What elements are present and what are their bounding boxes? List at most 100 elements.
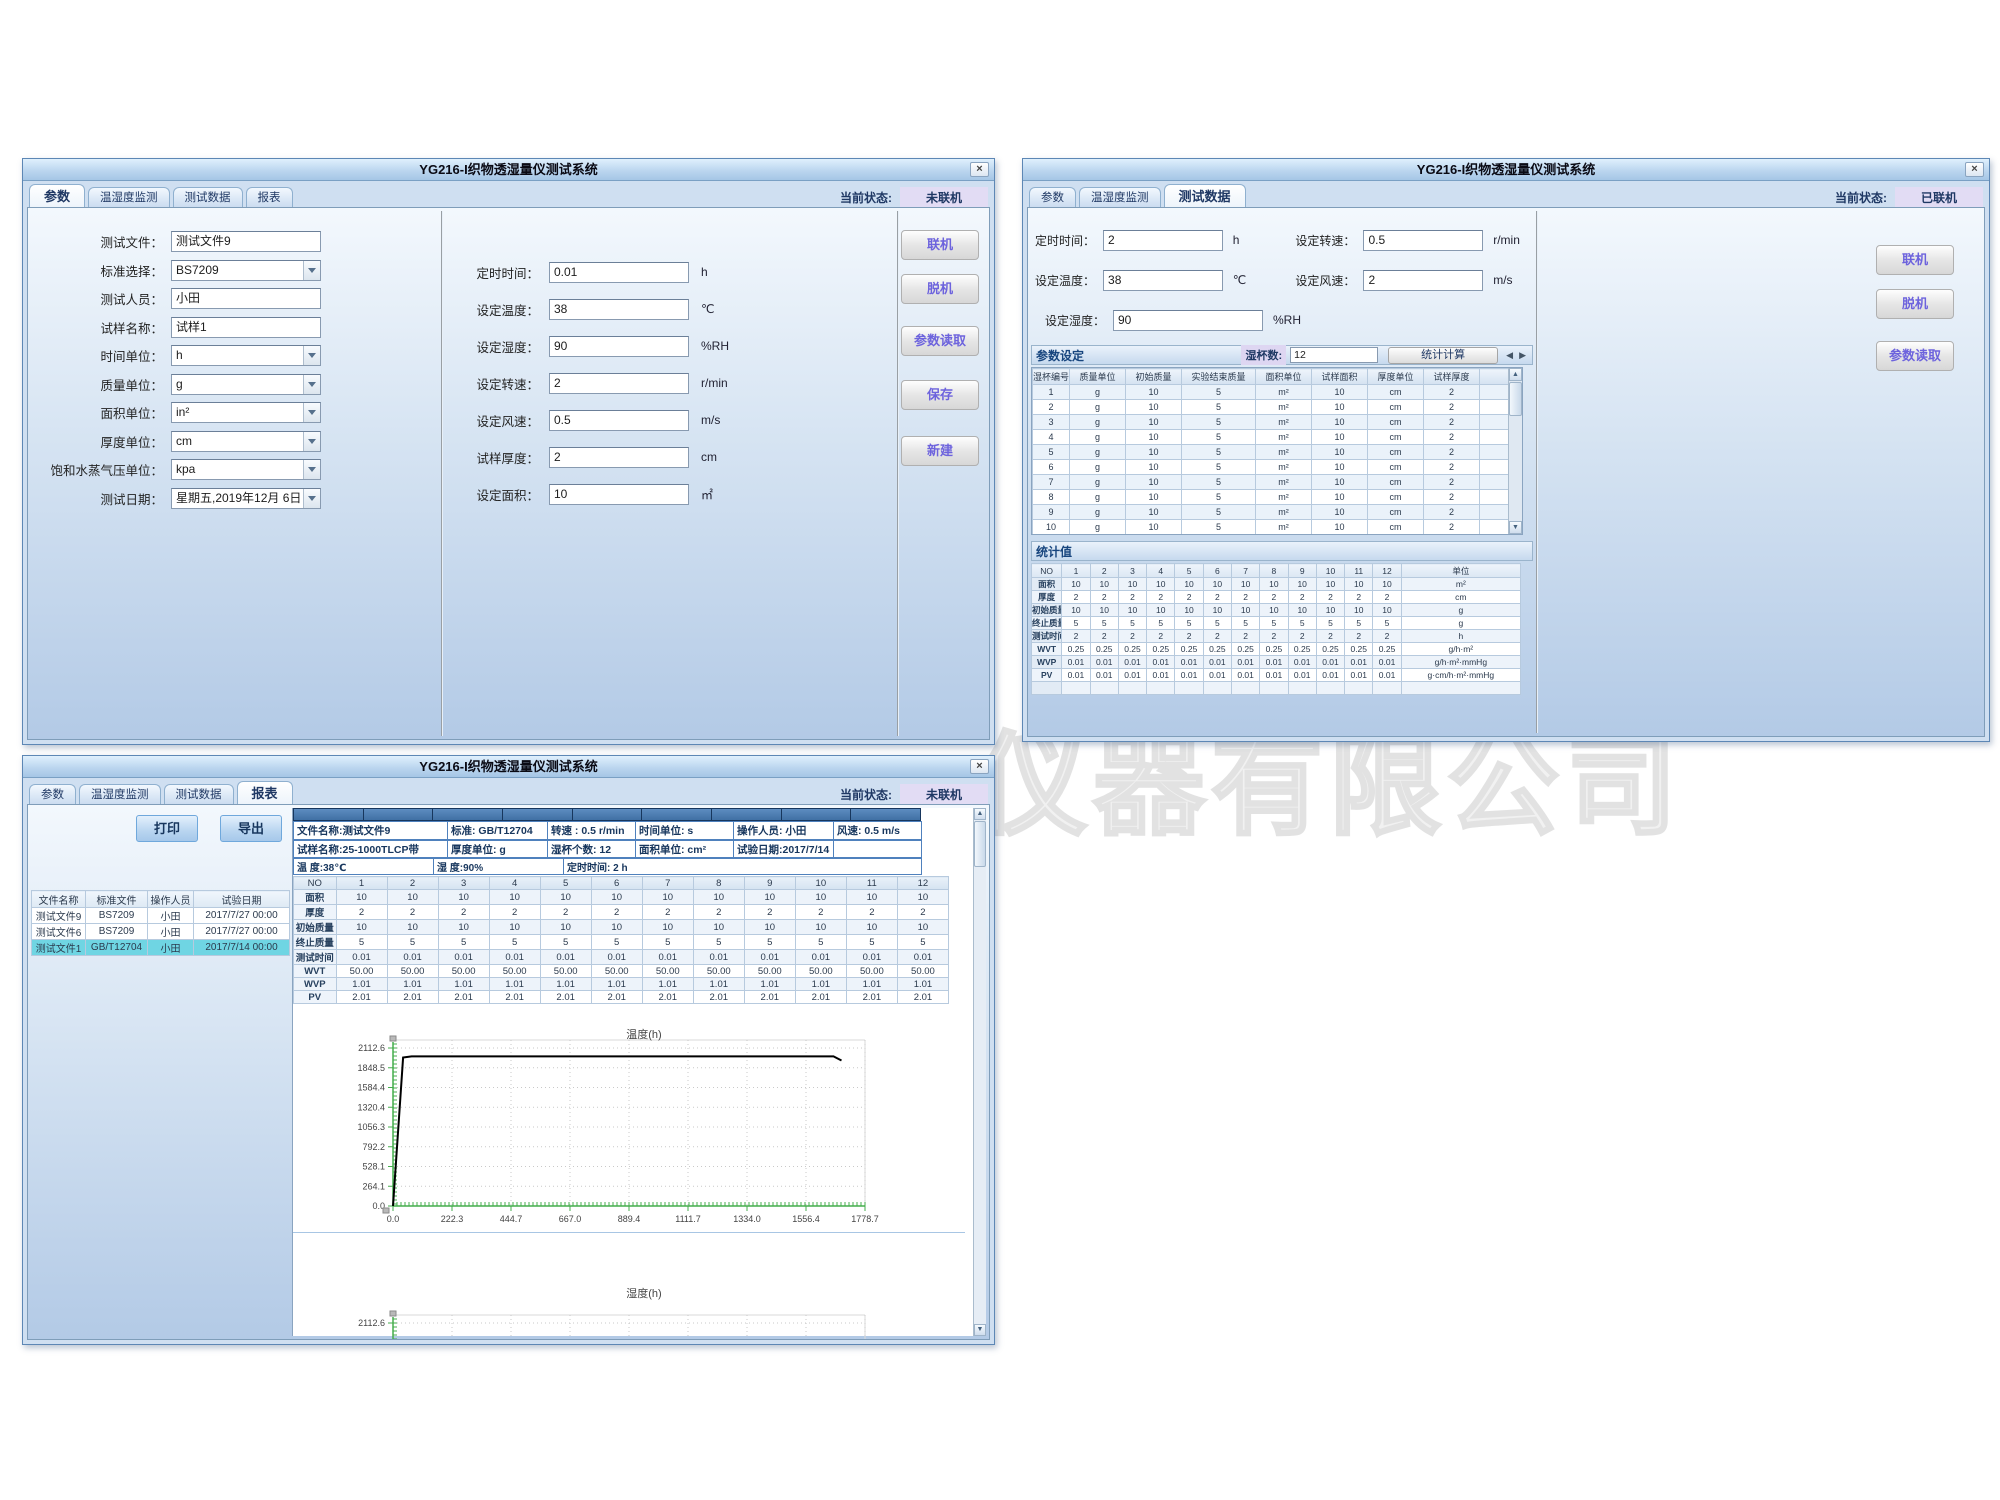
- table-cell: 2: [1424, 430, 1480, 445]
- 新建-button[interactable]: 新建: [901, 436, 979, 466]
- tab-参数[interactable]: 参数: [1029, 187, 1076, 207]
- text-field[interactable]: 试样1: [171, 317, 321, 338]
- param-table-scrollbar[interactable]: ▲ ▼: [1508, 368, 1522, 534]
- text-field[interactable]: 0.01: [549, 262, 689, 283]
- text-field[interactable]: 小田: [171, 288, 321, 309]
- cup-count-input[interactable]: 12: [1290, 347, 1378, 363]
- table-cell: 2: [1373, 630, 1401, 643]
- pager-right-icon[interactable]: ▶: [1519, 350, 1532, 361]
- table-row[interactable]: 10g105m²10cm2: [1033, 520, 1514, 535]
- table-cell: 0.01: [1118, 656, 1146, 669]
- chevron-down-icon[interactable]: [303, 261, 320, 280]
- text-field[interactable]: 0.5: [549, 410, 689, 431]
- tab-测试数据[interactable]: 测试数据: [173, 187, 243, 207]
- scroll-down-icon[interactable]: ▼: [1509, 521, 1522, 534]
- text-field[interactable]: 0.5: [1363, 230, 1483, 251]
- table-row[interactable]: 4g105m²10cm2: [1033, 430, 1514, 445]
- text-field[interactable]: 2: [549, 373, 689, 394]
- tab-测试数据[interactable]: 测试数据: [1164, 184, 1246, 207]
- 联机-button[interactable]: 联机: [901, 230, 979, 260]
- table-row[interactable]: 7g105m²10cm2: [1033, 475, 1514, 490]
- tab-温湿度监测[interactable]: 温湿度监测: [79, 784, 161, 804]
- table-row[interactable]: 5g105m²10cm2: [1033, 445, 1514, 460]
- 参数读取-button[interactable]: 参数读取: [901, 326, 979, 356]
- file-row[interactable]: 测试文件1GB/T12704小田2017/7/14 00:00: [32, 940, 290, 956]
- window-titlebar[interactable]: YG216-I织物透湿量仪测试系统 ×: [23, 159, 994, 181]
- text-field[interactable]: 10: [549, 484, 689, 505]
- dropdown-field[interactable]: kpa: [171, 459, 321, 480]
- tab-报表[interactable]: 报表: [237, 781, 293, 804]
- close-icon[interactable]: ×: [970, 162, 989, 177]
- close-icon[interactable]: ×: [1965, 162, 1984, 177]
- text-field[interactable]: 90: [1113, 310, 1263, 331]
- field-value: 38: [550, 300, 688, 319]
- table-cell: g: [1070, 430, 1126, 445]
- col-header: 12: [1373, 564, 1401, 578]
- text-field[interactable]: 38: [549, 299, 689, 320]
- table-cell: 5: [1182, 400, 1256, 415]
- stat-calc-button[interactable]: 统计计算: [1388, 347, 1498, 364]
- chevron-down-icon[interactable]: [303, 489, 320, 508]
- svg-text:792.2: 792.2: [362, 1142, 385, 1152]
- chevron-down-icon[interactable]: [303, 346, 320, 365]
- svg-text:2112.6: 2112.6: [358, 1043, 385, 1053]
- 脱机-button[interactable]: 脱机: [1876, 289, 1954, 319]
- table-row[interactable]: 3g105m²10cm2: [1033, 415, 1514, 430]
- table-row[interactable]: 8g105m²10cm2: [1033, 490, 1514, 505]
- chevron-down-icon[interactable]: [303, 460, 320, 479]
- col-header: 7: [642, 877, 693, 890]
- window-titlebar[interactable]: YG216-I织物透湿量仪测试系统 ×: [23, 756, 994, 778]
- file-row[interactable]: 测试文件9BS7209小田2017/7/27 00:00: [32, 908, 290, 924]
- tab-温湿度监测[interactable]: 温湿度监测: [1079, 187, 1161, 207]
- table-cell: 1.01: [897, 978, 948, 991]
- table-row[interactable]: 2g105m²10cm2: [1033, 400, 1514, 415]
- dropdown-field[interactable]: h: [171, 345, 321, 366]
- tab-测试数据[interactable]: 测试数据: [164, 784, 234, 804]
- text-field[interactable]: 90: [549, 336, 689, 357]
- tab-报表[interactable]: 报表: [246, 187, 293, 207]
- table-row[interactable]: 1g105m²10cm2: [1033, 385, 1514, 400]
- text-field[interactable]: 2: [549, 447, 689, 468]
- window-titlebar[interactable]: YG216-I织物透湿量仪测试系统 ×: [1023, 159, 1989, 181]
- dropdown-field[interactable]: g: [171, 374, 321, 395]
- scroll-up-icon[interactable]: ▲: [974, 808, 986, 820]
- text-field[interactable]: 测试文件9: [171, 231, 321, 252]
- table-row: 初始质量101010101010101010101010: [294, 920, 949, 935]
- scroll-thumb[interactable]: [1509, 382, 1522, 416]
- tab-温湿度监测[interactable]: 温湿度监测: [88, 187, 170, 207]
- pager-left-icon[interactable]: ◀: [1498, 350, 1519, 361]
- print-button[interactable]: 打印: [136, 815, 198, 842]
- tab-参数[interactable]: 参数: [29, 184, 85, 207]
- tab-参数[interactable]: 参数: [29, 784, 76, 804]
- 保存-button[interactable]: 保存: [901, 380, 979, 410]
- dropdown-field[interactable]: in²: [171, 402, 321, 423]
- close-icon[interactable]: ×: [970, 759, 989, 774]
- table-row[interactable]: 11g105m²10cm2: [1033, 535, 1514, 536]
- table-cell: 10: [1373, 578, 1401, 591]
- scroll-up-icon[interactable]: ▲: [1509, 368, 1522, 381]
- file-row[interactable]: 测试文件6BS7209小田2017/7/27 00:00: [32, 924, 290, 940]
- chevron-down-icon[interactable]: [303, 403, 320, 422]
- chevron-down-icon[interactable]: [303, 432, 320, 451]
- window-title: YG216-I织物透湿量仪测试系统: [419, 759, 597, 774]
- text-field[interactable]: 2: [1363, 270, 1483, 291]
- table-cell: 0.01: [1090, 656, 1118, 669]
- text-field[interactable]: 2: [1103, 230, 1223, 251]
- export-button[interactable]: 导出: [220, 815, 282, 842]
- text-field[interactable]: 38: [1103, 270, 1223, 291]
- chevron-down-icon[interactable]: [303, 375, 320, 394]
- col-header: 4: [1147, 564, 1175, 578]
- dropdown-field[interactable]: cm: [171, 431, 321, 452]
- 联机-button[interactable]: 联机: [1876, 245, 1954, 275]
- scroll-thumb[interactable]: [974, 821, 986, 867]
- table-row[interactable]: 9g105m²10cm2: [1033, 505, 1514, 520]
- dropdown-field[interactable]: 星期五,2019年12月 6日: [171, 488, 321, 509]
- table-row[interactable]: 6g105m²10cm2: [1033, 460, 1514, 475]
- table-cell: 2: [744, 905, 795, 920]
- scroll-down-icon[interactable]: ▼: [974, 1324, 986, 1336]
- 参数读取-button[interactable]: 参数读取: [1876, 341, 1954, 371]
- row-header: 终止质量: [294, 935, 337, 950]
- dropdown-field[interactable]: BS7209: [171, 260, 321, 281]
- 脱机-button[interactable]: 脱机: [901, 274, 979, 304]
- report-scrollbar[interactable]: ▲ ▼: [973, 808, 986, 1336]
